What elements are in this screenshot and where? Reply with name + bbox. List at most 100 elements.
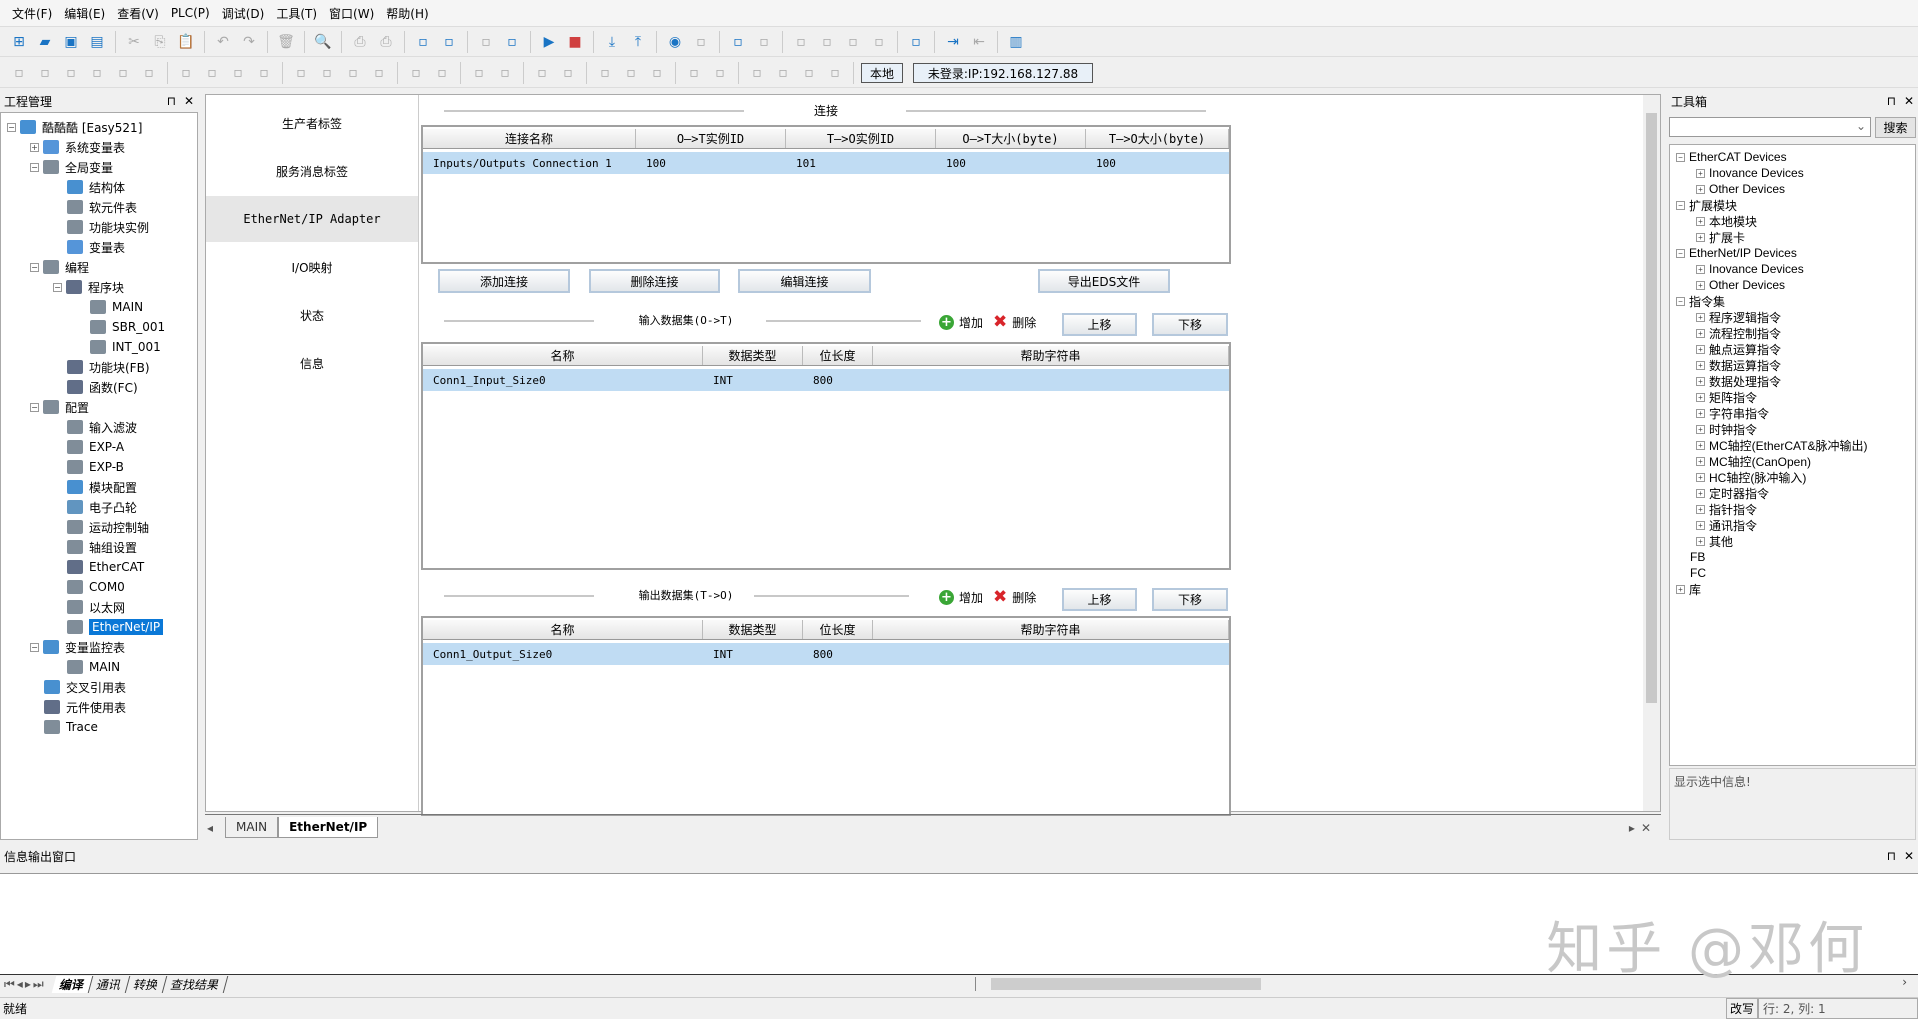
close-icon[interactable]: ✕: [1904, 849, 1914, 863]
tree-node[interactable]: 轴组设置: [7, 537, 197, 557]
input-delete-button[interactable]: ✖ 删除: [993, 312, 1036, 332]
arrow-down-filled-icon[interactable]: ▫: [112, 62, 134, 84]
tree-node[interactable]: 交叉引用表: [7, 677, 197, 697]
output-tab-1[interactable]: 通讯: [88, 975, 130, 993]
nav-item-3[interactable]: I/O映射: [206, 244, 418, 290]
tree-node[interactable]: 电子凸轮: [7, 497, 197, 517]
tree-node[interactable]: + 时钟指令: [1676, 421, 1915, 437]
align-b-icon[interactable]: ▫: [868, 31, 890, 53]
s-box-icon[interactable]: ▫: [34, 62, 56, 84]
login-icon[interactable]: ⇥: [942, 31, 964, 53]
tab-ethernet-ip[interactable]: EtherNet/IP: [278, 817, 379, 838]
tree-node[interactable]: + 定时器指令: [1676, 485, 1915, 501]
expand-icon[interactable]: +: [1696, 520, 1705, 530]
expand-icon[interactable]: +: [1696, 488, 1705, 498]
menu-5[interactable]: 工具(T): [276, 5, 317, 22]
expand-icon[interactable]: +: [1696, 360, 1705, 370]
output-move-up-button[interactable]: 上移: [1062, 588, 1137, 611]
collapse-icon[interactable]: −: [7, 122, 16, 132]
tab-scroll-left-icon[interactable]: ◂: [207, 821, 213, 835]
redo-icon[interactable]: ↷: [238, 31, 260, 53]
column-header[interactable]: 数据类型: [703, 620, 803, 639]
branch-d-icon[interactable]: ▫: [253, 62, 275, 84]
debug-edit-icon[interactable]: ▫: [727, 31, 749, 53]
tree-node[interactable]: + 库: [1676, 581, 1915, 597]
tree-node[interactable]: + 系统变量表: [7, 137, 197, 157]
monitor-icon[interactable]: ◉: [664, 31, 686, 53]
coil-icon[interactable]: ▫: [594, 62, 616, 84]
tree-node[interactable]: − 指令集: [1676, 293, 1915, 309]
collapse-icon[interactable]: −: [53, 282, 62, 292]
contact-node-icon[interactable]: ▫: [86, 62, 108, 84]
expand-icon[interactable]: +: [1676, 584, 1685, 594]
tree-node[interactable]: FC: [1676, 565, 1915, 581]
column-header[interactable]: 位长度: [803, 346, 873, 365]
column-header[interactable]: 名称: [423, 620, 703, 639]
tab-main[interactable]: MAIN: [225, 817, 279, 838]
save-icon[interactable]: ▣: [60, 31, 82, 53]
menu-1[interactable]: 编辑(E): [64, 5, 105, 22]
logout-icon[interactable]: ⇤: [968, 31, 990, 53]
expand-icon[interactable]: +: [1696, 424, 1705, 434]
tree-node[interactable]: + HC轴控(脉冲输入): [1676, 469, 1915, 485]
new-file-icon[interactable]: ⊞: [8, 31, 30, 53]
tree-node[interactable]: − 扩展模块: [1676, 197, 1915, 213]
collapse-icon[interactable]: −: [30, 262, 39, 272]
expand-icon[interactable]: +: [1696, 344, 1705, 354]
add-connection-button[interactable]: 添加连接: [438, 269, 570, 293]
input-add-button[interactable]: + 增加: [939, 314, 983, 331]
window-switch-icon[interactable]: ▫: [438, 31, 460, 53]
vline-icon[interactable]: ▫: [709, 62, 731, 84]
close-tab-icon[interactable]: ✕: [1641, 821, 1651, 835]
tab-nav-icons[interactable]: ⏮◂▸⏭: [4, 977, 46, 992]
tree-node[interactable]: 功能块(FB): [7, 357, 197, 377]
export-eds-button[interactable]: 导出EDS文件: [1038, 269, 1170, 293]
nc-contact-icon[interactable]: ▫: [431, 62, 453, 84]
tree-node[interactable]: + 其他: [1676, 533, 1915, 549]
no-contact-icon[interactable]: ▫: [405, 62, 427, 84]
tree-node[interactable]: 模块配置: [7, 477, 197, 497]
tab-scroll-right-icon[interactable]: ▸: [1629, 821, 1635, 835]
input-move-down-button[interactable]: 下移: [1152, 313, 1228, 336]
tree-node[interactable]: SBR_001: [7, 317, 197, 337]
tree-node[interactable]: + MC轴控(EtherCAT&脉冲输出): [1676, 437, 1915, 453]
menu-2[interactable]: 查看(V): [117, 5, 159, 22]
a-box-icon[interactable]: ▫: [620, 62, 642, 84]
tree-node[interactable]: 软元件表: [7, 197, 197, 217]
edit-connection-button[interactable]: 编辑连接: [738, 269, 871, 293]
menu-0[interactable]: 文件(F): [12, 5, 52, 22]
tree-node[interactable]: + 触点运算指令: [1676, 341, 1915, 357]
tree-node[interactable]: EtherCAT: [7, 557, 197, 577]
up-icon[interactable]: ▫: [798, 62, 820, 84]
tree-node[interactable]: MAIN: [7, 657, 197, 677]
expand-icon[interactable]: +: [1696, 456, 1705, 466]
fall-contact-icon[interactable]: ▫: [494, 62, 516, 84]
cut-icon[interactable]: ✂: [123, 31, 145, 53]
arrow-down-icon[interactable]: ▫: [138, 62, 160, 84]
expand-icon[interactable]: +: [30, 142, 39, 152]
tree-node[interactable]: Trace: [7, 717, 197, 737]
tree-node[interactable]: + 指针指令: [1676, 501, 1915, 517]
tree-node[interactable]: MAIN: [7, 297, 197, 317]
window-cascade-icon[interactable]: ▫: [412, 31, 434, 53]
tree-node[interactable]: + Other Devices: [1676, 181, 1915, 197]
tree-node[interactable]: 运动控制轴: [7, 517, 197, 537]
tree-node[interactable]: − EtherNet/IP Devices: [1676, 245, 1915, 261]
expand-icon[interactable]: +: [1696, 408, 1705, 418]
tree-node[interactable]: 结构体: [7, 177, 197, 197]
tree-node[interactable]: EXP-A: [7, 437, 197, 457]
collapse-icon[interactable]: −: [1676, 152, 1685, 162]
expand-icon[interactable]: +: [1696, 504, 1705, 514]
pin-icon[interactable]: ⊓: [1887, 94, 1896, 108]
expand-icon[interactable]: +: [1696, 168, 1705, 178]
expand-icon[interactable]: +: [1696, 472, 1705, 482]
menu-6[interactable]: 窗口(W): [329, 5, 374, 22]
align-a-icon[interactable]: ▫: [842, 31, 864, 53]
tree-node[interactable]: − 酷酷酷 [Easy521]: [7, 117, 197, 137]
s-box2-icon[interactable]: ▫: [60, 62, 82, 84]
tree-node[interactable]: + Inovance Devices: [1676, 165, 1915, 181]
tree-node[interactable]: + Inovance Devices: [1676, 261, 1915, 277]
menu-7[interactable]: 帮助(H): [386, 5, 428, 22]
tree-node[interactable]: − 全局变量: [7, 157, 197, 177]
tree-node[interactable]: 功能块实例: [7, 217, 197, 237]
